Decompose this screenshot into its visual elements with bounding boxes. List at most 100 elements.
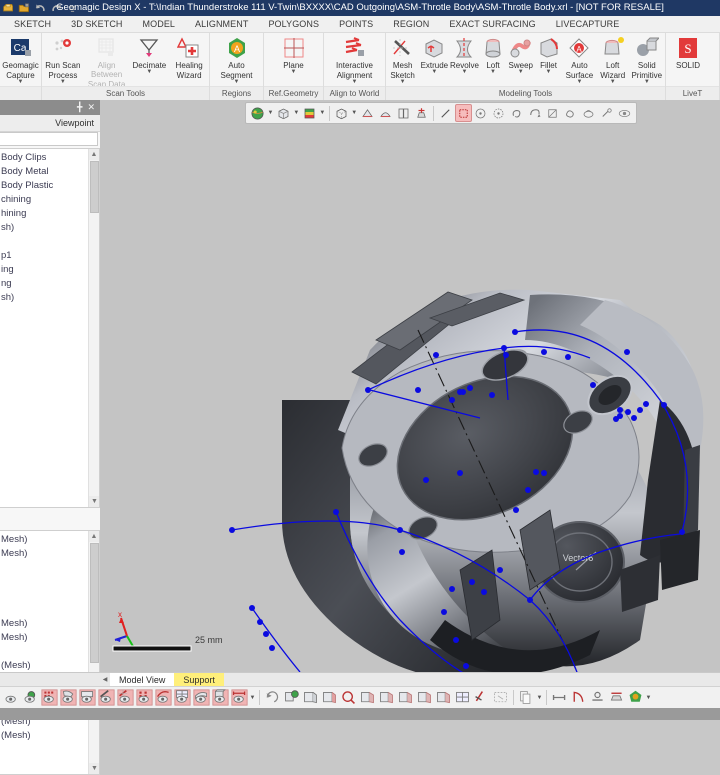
mesh-sketch-button[interactable]: Mesh Sketch ▼ [386,33,419,85]
scroll-up-arrow[interactable]: ▲ [89,149,99,160]
loft-button-dropdown-caret[interactable]: ▼ [490,69,496,75]
solidworks-button[interactable]: S SOLID [666,33,710,70]
show-hide-region-icon[interactable] [59,688,78,707]
auto-surface-button-dropdown-caret[interactable]: ▼ [576,79,582,85]
tree-item[interactable]: Mesh) [0,547,87,561]
lasso-select-icon[interactable] [508,104,525,122]
clip-plane-icon[interactable] [413,104,430,122]
scroll-down-arrow-2[interactable]: ▼ [89,763,99,774]
copy-view-caret[interactable]: ▼ [536,695,543,701]
ribbon-tab-model[interactable]: MODEL [133,16,186,33]
measure-section-icon[interactable] [607,688,626,707]
interactive-alignment-button[interactable]: Interactive Alignment ▼ [324,33,385,85]
shaded-box-caret[interactable]: ▼ [293,110,300,116]
tree-item[interactable]: (Mesh) [0,729,87,743]
tab-prev-button[interactable]: ◀ [100,676,110,683]
tree-item[interactable]: sh) [0,291,87,305]
view-globe-icon[interactable] [282,688,301,707]
decimate-button-dropdown-caret[interactable]: ▼ [146,69,152,75]
color-map-icon[interactable] [301,104,318,122]
plane-button-dropdown-caret[interactable]: ▼ [291,69,297,75]
view-rotate-icon[interactable] [263,688,282,707]
loft-wizard-button[interactable]: Loft Wizard ▼ [597,33,629,85]
paint-select-icon[interactable] [562,104,579,122]
interactive-alignment-button-dropdown-caret[interactable]: ▼ [352,79,358,85]
tree-item[interactable]: p1 [0,249,87,263]
color-map-caret[interactable]: ▼ [319,110,326,116]
fillet-button-dropdown-caret[interactable]: ▼ [546,69,552,75]
measure-distance-icon[interactable] [550,688,569,707]
tree-item[interactable]: Body Clips [0,151,87,165]
tree-item[interactable]: sh) [0,221,87,235]
view-flip-icon[interactable] [472,688,491,707]
show-hide-body-icon[interactable] [211,688,230,707]
model-tree-scrollbar[interactable]: ▲ ▼ [88,149,99,507]
loft-wizard-button-dropdown-caret[interactable]: ▼ [610,79,616,85]
mesh-sketch-button-dropdown-caret[interactable]: ▼ [400,79,406,85]
extrude-button-dropdown-caret[interactable]: ▼ [431,69,437,75]
view-back-icon[interactable] [320,688,339,707]
wireframe-caret[interactable]: ▼ [351,110,358,116]
tree-item[interactable]: hining [0,207,87,221]
circle-select-2-icon[interactable] [490,104,507,122]
revolve-button[interactable]: Revolve ▼ [449,33,479,75]
loft-button[interactable]: Loft ▼ [480,33,507,75]
geomagic-capture-button[interactable]: Ca Geomagic Capture ▼ [0,33,41,85]
ribbon-tab-sketch[interactable]: SKETCH [4,16,61,33]
sweep-button[interactable]: Sweep ▼ [507,33,536,75]
feature-tree-scrollbar[interactable]: ▲ ▼ [88,531,99,774]
scroll-up-arrow-2[interactable]: ▲ [89,531,99,542]
render-mode-caret[interactable]: ▼ [267,110,274,116]
tree-item[interactable]: Body Plastic [0,179,87,193]
view-iso2-icon[interactable] [377,688,396,707]
grow-select-icon[interactable] [580,104,597,122]
plane-button[interactable]: Plane ▼ [264,33,323,75]
view-iso1-icon[interactable] [358,688,377,707]
fillet-button[interactable]: Fillet ▼ [535,33,562,75]
tree-item[interactable]: Mesh) [0,533,87,547]
ribbon-tab-exact-surfacing[interactable]: EXACT SURFACING [439,16,545,33]
show-hide-surface-icon[interactable] [192,688,211,707]
show-hide-points-icon[interactable] [135,688,154,707]
tree-item[interactable]: Mesh) [0,631,87,645]
solid-primitive-button[interactable]: Solid Primitive ▼ [629,33,665,85]
feature-tree[interactable]: Mesh)Mesh)Mesh)Mesh)(Mesh)(Mesh)(Mesh)(M… [0,530,100,775]
ribbon-tab-3d-sketch[interactable]: 3D SKETCH [61,16,132,33]
view-zoom-icon[interactable] [339,688,358,707]
document-tab-model-view[interactable]: Model View [110,672,175,687]
healing-wizard-button[interactable]: Healing Wizard [169,33,209,80]
copy-view-icon[interactable] [517,688,536,707]
tree-item[interactable]: ng [0,277,87,291]
ribbon-tab-livecapture[interactable]: LIVECAPTURE [546,16,630,33]
line-select-icon[interactable] [437,104,454,122]
view-iso5-icon[interactable] [434,688,453,707]
show-hide-mesh-grid-icon[interactable] [173,688,192,707]
deviation-map-icon[interactable] [626,688,645,707]
ribbon-tab-points[interactable]: POINTS [329,16,383,33]
auto-segment-button-dropdown-caret[interactable]: ▼ [234,79,240,85]
ribbon-tab-polygons[interactable]: POLYGONS [258,16,329,33]
scroll-thumb[interactable] [90,161,99,213]
split-view-icon[interactable] [395,104,412,122]
solid-primitive-button-dropdown-caret[interactable]: ▼ [644,79,650,85]
auto-surface-button[interactable]: A Auto Surface ▼ [562,33,597,85]
search-input[interactable] [0,132,98,146]
document-tab-support[interactable]: Support [174,672,224,687]
close-icon[interactable]: ✕ [87,103,95,112]
geomagic-capture-button-dropdown-caret[interactable]: ▼ [18,79,24,85]
tree-item[interactable]: (Mesh) [0,659,87,673]
sweep-button-dropdown-caret[interactable]: ▼ [518,69,524,75]
run-scan-process-button-dropdown-caret[interactable]: ▼ [60,79,66,85]
show-hide-3d-sketch-icon[interactable] [116,688,135,707]
ribbon-tab-region[interactable]: REGION [383,16,439,33]
section-view-2-icon[interactable] [377,104,394,122]
scroll-thumb-2[interactable] [90,543,99,663]
run-scan-process-button[interactable]: Run Scan Process ▼ [42,33,84,85]
freehand-select-icon[interactable] [526,104,543,122]
show-hide-caret[interactable]: ▼ [249,695,256,701]
revolve-button-dropdown-caret[interactable]: ▼ [462,69,468,75]
pin-icon[interactable]: ╋ [77,103,82,112]
circle-select-icon[interactable] [473,104,490,122]
show-hide-scan-icon[interactable] [21,688,40,707]
tree-item[interactable]: Body Metal [0,165,87,179]
